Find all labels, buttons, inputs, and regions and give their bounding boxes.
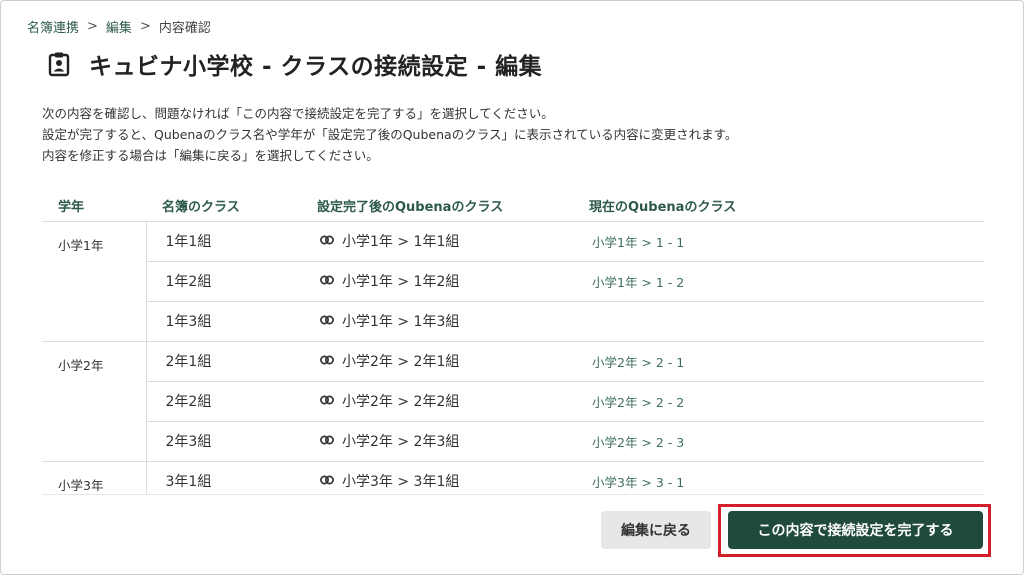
after-class-cell: 小学1年 > 1年2組 xyxy=(301,261,573,302)
current-class-cell: 小学1年 > 1 - 2 xyxy=(573,261,984,302)
breadcrumb-item-confirm: 内容確認 xyxy=(158,20,211,36)
table-header-row: 学年 名簿のクラス 設定完了後のQubenaのクラス 現在のQubenaのクラス xyxy=(42,191,984,222)
link-icon xyxy=(320,273,334,289)
after-class-label: 小学2年 > 2年1組 xyxy=(342,354,460,370)
breadcrumb-separator: > xyxy=(139,18,151,34)
grade-cell: 小学3年 xyxy=(42,461,147,494)
page-frame: 名簿連携 > 編集 > 内容確認 キュビナ小学校 - クラスの接続設定 - 編集… xyxy=(0,0,1024,575)
header-grade: 学年 xyxy=(42,191,146,222)
after-class-label: 小学2年 > 2年2組 xyxy=(342,394,460,410)
after-class-cell: 小学3年 > 3年1組 xyxy=(301,461,573,494)
link-icon xyxy=(320,353,334,369)
breadcrumb-separator: > xyxy=(87,18,98,34)
after-class-link: 小学3年 > 3年1組 xyxy=(320,471,459,491)
breadcrumb: 名簿連携 > 編集 > 内容確認 xyxy=(27,17,211,36)
current-class-cell xyxy=(573,301,984,342)
current-class-cell: 小学2年 > 2 - 1 xyxy=(573,341,984,382)
after-class-cell: 小学2年 > 2年3組 xyxy=(301,421,573,462)
after-class-link: 小学2年 > 2年2組 xyxy=(320,391,459,411)
current-class-cell: 小学1年 > 1 - 1 xyxy=(573,221,984,262)
roster-class-cell: 1年1組 xyxy=(146,221,301,262)
table-body: 小学1年 1年1組 小学1年 > 1年1組 小学1年 > 1 - 1 1年2組 小学1年 … xyxy=(42,221,984,494)
table-row: 1年3組 小学1年 > 1年3組 xyxy=(42,301,984,342)
after-class-cell: 小学2年 > 2年2組 xyxy=(301,381,573,422)
after-class-cell: 小学1年 > 1年1組 xyxy=(301,221,573,262)
description-line: 設定が完了すると、Qubenaのクラス名や学年が「設定完了後のQubenaのクラ… xyxy=(42,127,738,142)
table-row: 1年2組 小学1年 > 1年2組 小学1年 > 1 - 2 xyxy=(42,261,984,302)
current-class-cell: 小学3年 > 3 - 1 xyxy=(573,461,984,494)
roster-class-cell: 2年1組 xyxy=(146,341,301,382)
description-line: 次の内容を確認し、問題なければ「この内容で接続設定を完了する」を選択してください… xyxy=(42,106,554,121)
after-class-label: 小学3年 > 3年1組 xyxy=(342,474,460,490)
after-class-label: 小学1年 > 1年2組 xyxy=(342,274,460,290)
table-row: 2年2組 小学2年 > 2年2組 小学2年 > 2 - 2 xyxy=(42,381,984,422)
roster-class-cell: 1年2組 xyxy=(146,261,301,302)
breadcrumb-item-edit[interactable]: 編集 xyxy=(106,17,132,36)
clipboard-user-icon xyxy=(45,49,73,79)
link-icon xyxy=(320,473,334,489)
table-row: 小学1年 1年1組 小学1年 > 1年1組 小学1年 > 1 - 1 xyxy=(42,221,984,342)
class-table-container: 学年 名簿のクラス 設定完了後のQubenaのクラス 現在のQubenaのクラス… xyxy=(42,191,984,494)
link-icon xyxy=(320,313,334,329)
roster-class-cell: 1年3組 xyxy=(146,301,301,342)
grade-cell: 小学1年 xyxy=(42,221,147,342)
link-icon xyxy=(320,233,334,249)
table-row: 小学2年 2年1組 小学2年 > 2年1組 小学2年 > 2 - 1 xyxy=(42,341,984,462)
complete-setting-button[interactable]: この内容で接続設定を完了する xyxy=(728,511,983,549)
after-class-link: 小学2年 > 2年1組 xyxy=(320,351,459,371)
breadcrumb-item-roster-sync[interactable]: 名簿連携 xyxy=(27,17,79,36)
after-class-cell: 小学2年 > 2年1組 xyxy=(301,341,573,382)
back-to-edit-button[interactable]: 編集に戻る xyxy=(601,511,711,549)
header-current-class: 現在のQubenaのクラス xyxy=(573,191,984,222)
current-class-cell: 小学2年 > 2 - 2 xyxy=(573,381,984,422)
description: 次の内容を確認し、問題なければ「この内容で接続設定を完了する」を選択してください… xyxy=(42,103,737,166)
after-class-link: 小学1年 > 1年1組 xyxy=(320,231,459,251)
page-title: キュビナ小学校 - クラスの接続設定 - 編集 xyxy=(89,54,543,80)
after-class-label: 小学1年 > 1年1組 xyxy=(342,234,460,250)
class-mapping-table: 学年 名簿のクラス 設定完了後のQubenaのクラス 現在のQubenaのクラス… xyxy=(42,191,984,494)
table-row: 小学3年 3年1組 小学3年 > 3年1組 小学3年 > 3 - 1 xyxy=(42,461,984,494)
link-icon xyxy=(320,433,334,449)
after-class-link: 小学2年 > 2年3組 xyxy=(320,431,459,451)
title-row: キュビナ小学校 - クラスの接続設定 - 編集 xyxy=(45,48,542,80)
roster-class-cell: 2年3組 xyxy=(146,421,301,462)
grade-cell: 小学2年 xyxy=(42,341,147,462)
after-class-link: 小学1年 > 1年2組 xyxy=(320,271,459,291)
description-line: 内容を修正する場合は「編集に戻る」を選択してください。 xyxy=(42,148,379,163)
footer-divider xyxy=(42,494,984,495)
roster-class-cell: 3年1組 xyxy=(146,461,301,494)
after-class-link: 小学1年 > 1年3組 xyxy=(320,311,459,331)
header-roster-class: 名簿のクラス xyxy=(146,191,301,222)
after-class-label: 小学2年 > 2年3組 xyxy=(342,434,460,450)
roster-class-cell: 2年2組 xyxy=(146,381,301,422)
after-class-cell: 小学1年 > 1年3組 xyxy=(301,301,573,342)
after-class-label: 小学1年 > 1年3組 xyxy=(342,314,460,330)
link-icon xyxy=(320,393,334,409)
header-after-class: 設定完了後のQubenaのクラス xyxy=(301,191,573,222)
current-class-cell: 小学2年 > 2 - 3 xyxy=(573,421,984,462)
table-row: 2年3組 小学2年 > 2年3組 小学2年 > 2 - 3 xyxy=(42,421,984,462)
